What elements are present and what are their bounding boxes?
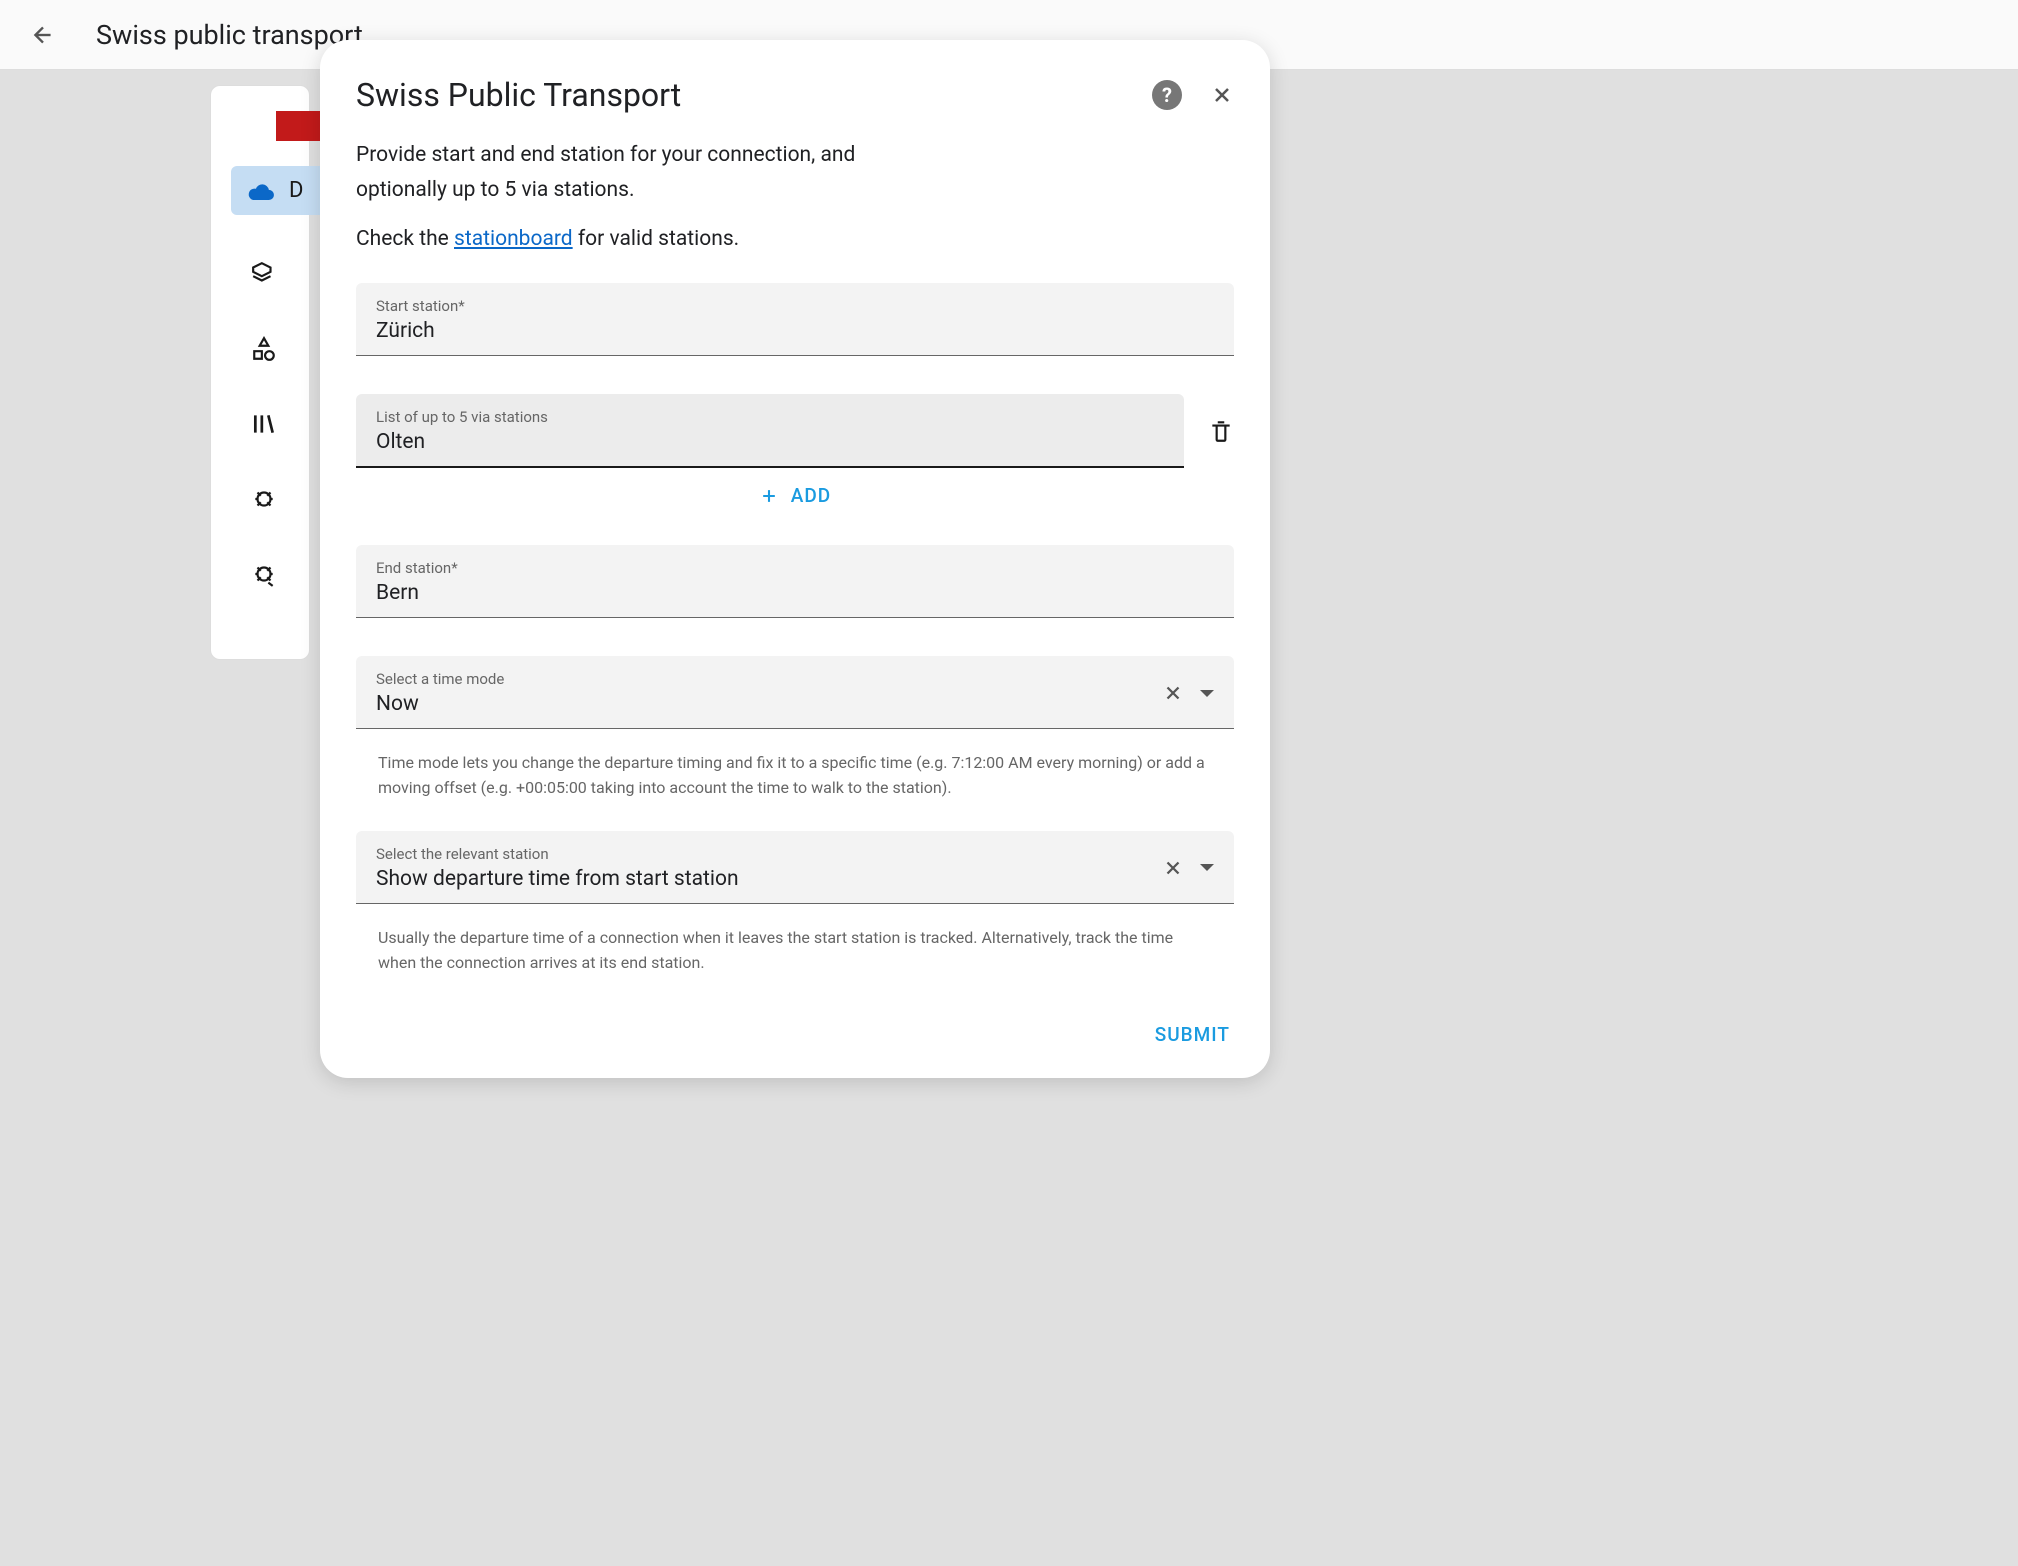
relevant-station-select[interactable]: Select the relevant station Show departu… (356, 831, 1234, 904)
config-dialog: Swiss Public Transport ? Provide start a… (320, 40, 1270, 1078)
bug-icon[interactable] (251, 486, 277, 512)
time-mode-value: Now (376, 692, 1162, 716)
dialog-title: Swiss Public Transport (356, 76, 681, 114)
check-suffix: for valid stations. (573, 227, 740, 251)
submit-button[interactable]: SUBMIT (1151, 1015, 1234, 1054)
add-label: ADD (791, 484, 831, 507)
time-mode-helper: Time mode lets you change the departure … (356, 745, 1234, 831)
end-station-value: Bern (376, 581, 1214, 605)
back-arrow-icon[interactable] (30, 22, 56, 48)
delete-icon[interactable] (1208, 418, 1234, 444)
check-prefix: Check the (356, 227, 454, 251)
library-icon[interactable] (251, 411, 277, 437)
sidebar-item-label: D (289, 178, 303, 203)
end-station-label: End station* (376, 559, 1214, 577)
start-station-value: Zürich (376, 319, 1214, 343)
time-mode-label: Select a time mode (376, 670, 1162, 688)
cloud-icon (247, 182, 275, 200)
shapes-icon[interactable] (251, 336, 277, 362)
clear-icon[interactable] (1162, 682, 1184, 704)
chevron-down-icon[interactable] (1200, 864, 1214, 871)
debug-icon[interactable] (251, 561, 277, 587)
relevant-station-label: Select the relevant station (376, 845, 1162, 863)
start-station-field[interactable]: Start station* Zürich (356, 283, 1234, 356)
dialog-header: Swiss Public Transport ? (356, 76, 1234, 114)
close-icon[interactable] (1210, 83, 1234, 107)
help-icon[interactable]: ? (1152, 80, 1182, 110)
stationboard-link[interactable]: stationboard (454, 227, 573, 251)
check-text: Check the stationboard for valid station… (356, 227, 1234, 251)
via-station-label: List of up to 5 via stations (376, 408, 1164, 426)
via-station-value: Olten (376, 430, 1164, 454)
guide-icon[interactable] (251, 261, 277, 287)
intro-text: Provide start and end station for your c… (356, 138, 896, 207)
end-station-field[interactable]: End station* Bern (356, 545, 1234, 618)
start-station-label: Start station* (376, 297, 1214, 315)
time-mode-select[interactable]: Select a time mode Now (356, 656, 1234, 729)
sidebar-card: D (210, 85, 310, 660)
relevant-station-value: Show departure time from start station (376, 867, 1162, 891)
via-station-field[interactable]: List of up to 5 via stations Olten (356, 394, 1184, 468)
plus-icon (759, 486, 779, 506)
chevron-down-icon[interactable] (1200, 690, 1214, 697)
add-via-button[interactable]: ADD (356, 484, 1234, 507)
page-title: Swiss public transport (96, 19, 363, 51)
clear-icon[interactable] (1162, 857, 1184, 879)
relevant-station-helper: Usually the departure time of a connecti… (356, 920, 1234, 1006)
